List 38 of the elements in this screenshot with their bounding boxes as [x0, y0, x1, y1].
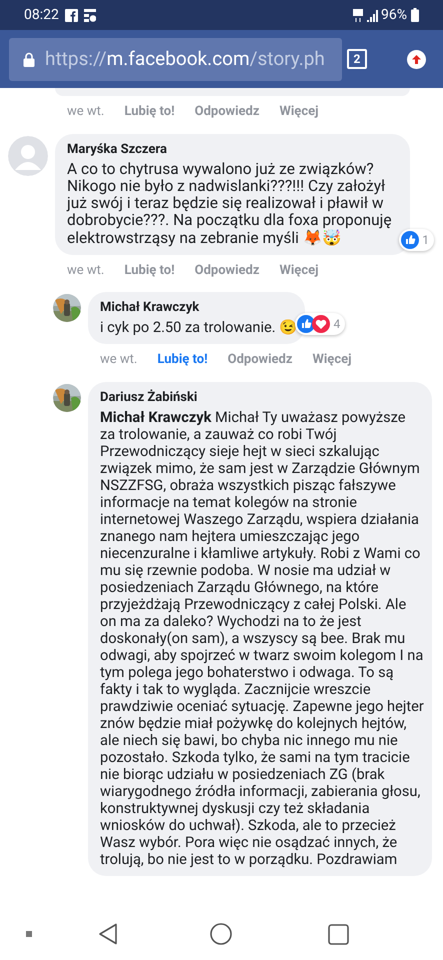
url-field[interactable]: https://m.facebook.com/story.ph: [9, 38, 342, 80]
battery-level: 96%: [381, 6, 407, 24]
recents-icon[interactable]: [328, 924, 349, 944]
like-link[interactable]: Lubię to!: [124, 260, 175, 280]
author-name[interactable]: Michał Krawczyk: [100, 299, 298, 318]
reply-link[interactable]: Odpowiedz: [228, 350, 292, 370]
reply-link[interactable]: Odpowiedz: [194, 102, 260, 122]
reply-link[interactable]: Odpowiedz: [194, 260, 260, 280]
comment-text: Michał Krawczyk Michał Ty uważasz powyższe za trolowanie, a zauważ co robi Twój Przewodniczący sieje hejt w sieci szkalując związek mimo, że sam jest w Zarządzie Głównym NSZZFSG, obraża wszystkich pisząc fałszywe informacje na temat kolegów na stronie internetowej Waszego Zarządu, wspiera działania znanego nam hejtera umieszczając jego niecenzuralne i kłamliwe artykuły. Robi z Wami co mu się rzewnie podoba. W nosie ma udział w posiedzeniach Zarządu Głównego, na które przyjeżdżają Przewodniczący z całej Polski. Ale on ma za daleko? Wychodzi na to że jest doskonały(on sam), a wszyscy są bee. Brak mu odwagi, aby spojrzeć w twarz swoim kolegom I na tym polega jego bohaterstwo i odwaga. To są fakty i tak to wygląda. Zacznijcie wreszcie prawdziwie oceniać sytuację. Zapewne jego hejter znów będzie miał pożywkę do kolejnych hejtów, ale niech się bawi, bo chyba nic innego mu nie pozostało. Szkoda tylko, że sami na tym tracicie nie biorąc udziału w posiedzeniach ZG (brak wiarygodnego źródła informacji, zabierania głosu, konstruktywnej dyskusji czy też składania wniosków do uchwał). Szkoda, ale to przecież Wasz wybór. Pora więc nie osądzać innych, że trolują, bo nie jest to w porządku. Pozdrawiam: [100, 408, 424, 868]
battery-icon: [411, 8, 419, 22]
network-type-icon: [353, 8, 363, 22]
author-name[interactable]: Maryśka Szczera: [67, 140, 402, 158]
reaction-badge[interactable]: 4: [295, 313, 346, 336]
more-link[interactable]: Więcej: [279, 102, 318, 122]
timestamp: we wt.: [67, 103, 104, 121]
more-link[interactable]: Więcej: [312, 350, 352, 370]
like-link[interactable]: Lubię to!: [124, 102, 175, 122]
timestamp: we wt.: [100, 351, 138, 370]
like-link[interactable]: Lubię to!: [157, 350, 208, 370]
clock: 08:22: [24, 6, 59, 24]
notification-icon: [84, 8, 96, 22]
reaction-count: 1: [422, 232, 429, 249]
reaction-badge[interactable]: 1: [399, 228, 434, 251]
tab-count[interactable]: 2: [347, 49, 367, 69]
thumbs-up-icon: [401, 230, 420, 249]
reaction-count: 4: [333, 316, 340, 334]
upload-icon[interactable]: [407, 50, 426, 68]
author-name[interactable]: Dariusz Żabiński: [100, 388, 424, 407]
more-link[interactable]: Więcej: [279, 260, 318, 280]
comment-text: i cyk po 2.50 za trolowanie. 😉: [100, 319, 298, 336]
home-icon[interactable]: [210, 923, 232, 945]
url-text: https://m.facebook.com/story.ph: [45, 46, 325, 72]
signal-icon: [366, 8, 379, 22]
lock-icon: [23, 52, 35, 66]
comment-text: A co to chytrusa wywalono już ze związków? Nikogo nie było z nadwislanki???!!! Czy założył już swój i teraz będzie się realizował i pławił w dobrobycie???. Na początku dla foxa proponuję elektrowstrząsy na zebranie myśli 🦊🤯: [67, 160, 393, 247]
facebook-icon: [64, 8, 78, 22]
timestamp: we wt.: [67, 262, 104, 280]
back-icon[interactable]: [98, 923, 118, 945]
